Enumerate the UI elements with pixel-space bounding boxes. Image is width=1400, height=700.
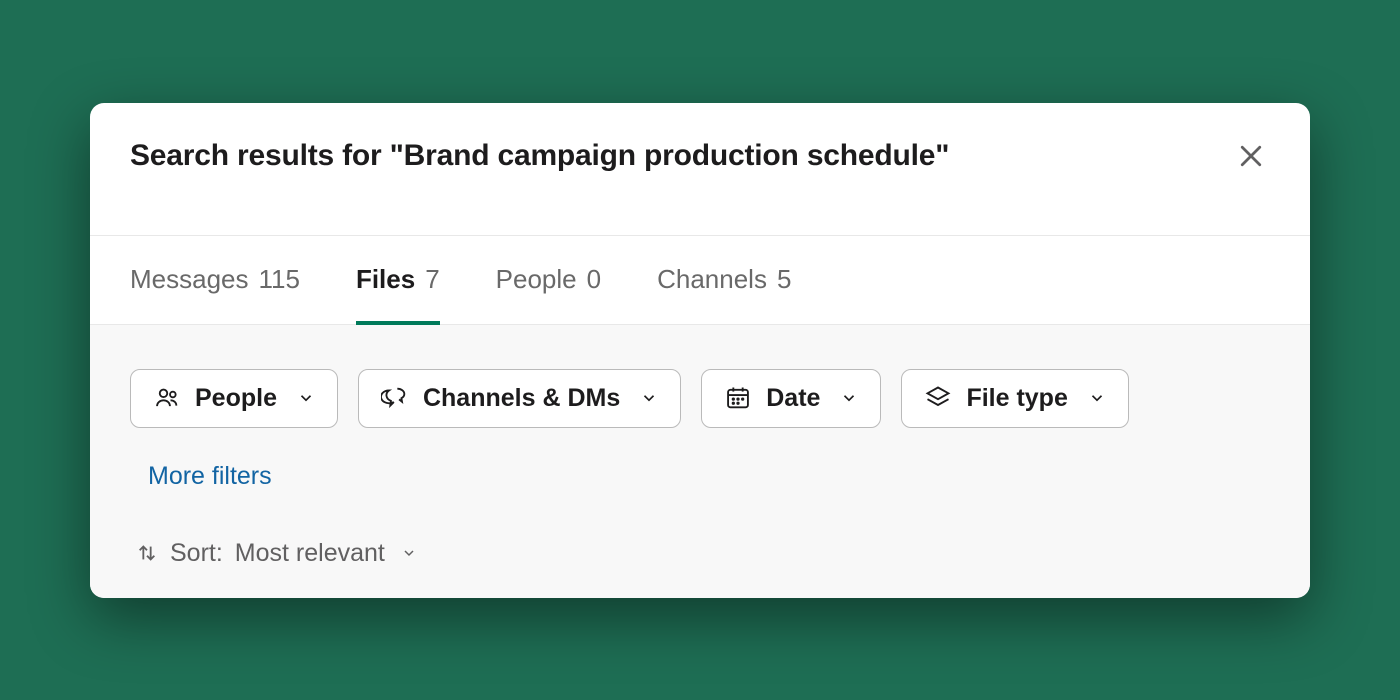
filter-label: Date [766,384,820,413]
sort-control[interactable]: Sort: Most relevant [130,539,1270,568]
chevron-down-icon [640,389,658,407]
close-icon [1236,141,1266,171]
tab-label: Channels [657,264,767,295]
filter-channels-dms[interactable]: Channels & DMs [358,369,681,428]
tab-count: 0 [587,264,601,295]
filter-people[interactable]: People [130,369,338,428]
filter-date[interactable]: Date [701,369,881,428]
tab-count: 5 [777,264,791,295]
chat-icon [381,384,409,412]
tab-people[interactable]: People 0 [496,236,601,325]
filter-label: Channels & DMs [423,384,620,413]
tab-count: 7 [425,264,439,295]
tab-channels[interactable]: Channels 5 [657,236,791,325]
filters-area: People Channels & DMs [90,325,1310,598]
search-results-modal: Search results for "Brand campaign produ… [90,103,1310,598]
tab-label: Messages [130,264,249,295]
sort-icon [136,542,158,564]
calendar-icon [724,384,752,412]
filter-label: People [195,384,277,413]
people-icon [153,384,181,412]
filter-label: File type [966,384,1067,413]
tab-label: People [496,264,577,295]
tab-files[interactable]: Files 7 [356,236,440,325]
close-button[interactable] [1232,137,1270,175]
chevron-down-icon [401,545,417,561]
filter-row: People Channels & DMs [130,369,1270,428]
modal-title: Search results for "Brand campaign produ… [130,139,949,173]
tab-messages[interactable]: Messages 115 [130,236,300,325]
chevron-down-icon [297,389,315,407]
result-tabs: Messages 115 Files 7 People 0 Channels 5 [90,236,1310,325]
filter-file-type[interactable]: File type [901,369,1128,428]
chevron-down-icon [840,389,858,407]
more-filters-link[interactable]: More filters [148,462,272,491]
sort-prefix: Sort: [170,539,223,568]
tab-count: 115 [259,264,300,295]
sort-value: Most relevant [235,539,385,568]
chevron-down-icon [1088,389,1106,407]
tab-label: Files [356,264,415,295]
modal-header: Search results for "Brand campaign produ… [90,103,1310,236]
layers-icon [924,384,952,412]
